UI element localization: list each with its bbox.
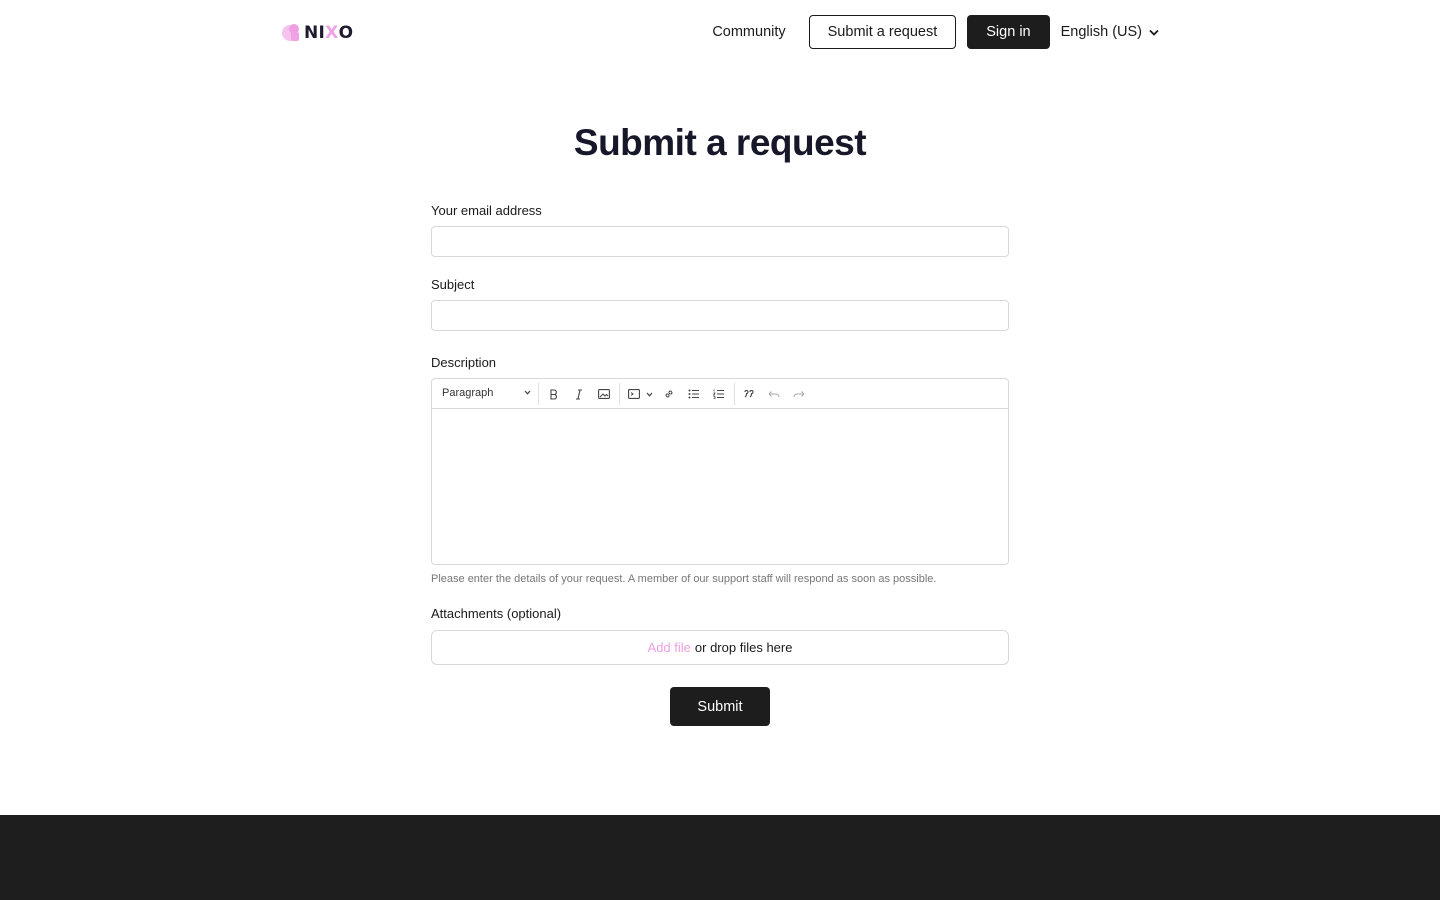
submit-button[interactable]: Submit: [670, 687, 770, 726]
link-icon[interactable]: [662, 386, 676, 402]
logo-mark-icon: [282, 24, 299, 41]
nav-submit-request-button[interactable]: Submit a request: [808, 15, 957, 49]
editor-toolbar: Paragraph: [432, 379, 1008, 409]
code-block-icon[interactable]: [627, 386, 641, 402]
language-label: English (US): [1060, 24, 1142, 40]
page-title: Submit a request: [573, 122, 867, 163]
site-footer: [0, 815, 1440, 900]
italic-icon[interactable]: [573, 386, 585, 402]
chevron-down-icon[interactable]: [645, 386, 653, 402]
block-format-select[interactable]: Paragraph: [442, 387, 493, 399]
numbered-list-icon[interactable]: [712, 386, 726, 402]
logo-wordmark: NI X O: [304, 23, 354, 43]
chevron-down-icon: [1149, 29, 1159, 36]
top-nav: Community Submit a request Sign in Engli…: [712, 15, 1159, 49]
bold-icon[interactable]: [548, 386, 560, 402]
chevron-down-icon: [524, 390, 531, 395]
description-editor: Paragraph: [431, 378, 1009, 565]
subject-label: Subject: [431, 277, 475, 292]
quote-icon[interactable]: [742, 386, 756, 402]
attachments-dropzone[interactable]: Add file or drop files here: [431, 630, 1009, 665]
subject-field[interactable]: [431, 300, 1009, 331]
description-hint: Please enter the details of your request…: [431, 573, 937, 585]
language-selector[interactable]: English (US): [1061, 24, 1159, 40]
description-label: Description: [431, 355, 497, 370]
bullet-list-icon[interactable]: [687, 386, 701, 402]
sign-in-button[interactable]: Sign in: [967, 15, 1050, 49]
email-field[interactable]: [431, 226, 1009, 257]
drop-files-text: or drop files here: [694, 640, 793, 655]
description-textarea[interactable]: [432, 410, 1008, 564]
redo-icon[interactable]: [792, 386, 806, 402]
brand-logo[interactable]: NI X O: [281, 22, 353, 44]
email-label: Your email address: [431, 203, 542, 218]
toolbar-divider: [538, 383, 539, 405]
nav-community-link[interactable]: Community: [712, 24, 785, 40]
undo-icon[interactable]: [767, 386, 781, 402]
image-icon[interactable]: [597, 386, 611, 402]
add-file-link[interactable]: Add file: [648, 640, 691, 655]
toolbar-divider: [619, 383, 620, 405]
toolbar-divider: [734, 383, 735, 405]
attachments-label: Attachments (optional): [431, 606, 562, 621]
site-header: NI X O Community Submit a request Sign in …: [0, 0, 1440, 64]
